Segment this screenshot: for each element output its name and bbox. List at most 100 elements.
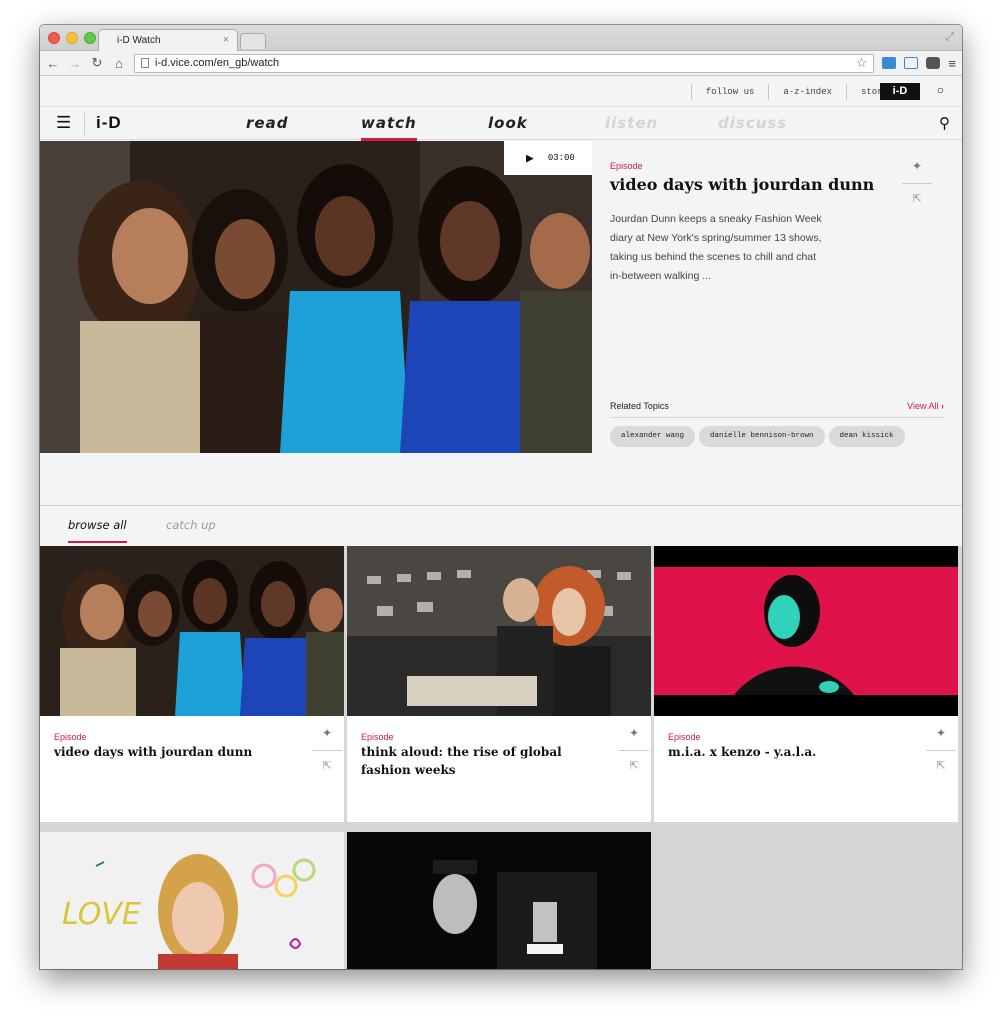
video-thumbnail[interactable] xyxy=(347,832,651,969)
card-meta: Episode m.i.a. x kenzo - y.a.l.a. ✦ ⇱ xyxy=(654,716,958,822)
topic-chips: alexander wang danielle bennison-brown d… xyxy=(610,426,944,447)
card-actions: ✦ ⇱ xyxy=(619,726,649,772)
nav-item-listen[interactable]: listen xyxy=(605,114,658,132)
pin-icon[interactable]: ✦ xyxy=(312,726,342,748)
video-thumbnail[interactable] xyxy=(654,546,958,716)
tab-title: i-D Watch xyxy=(117,35,161,46)
actions-divider xyxy=(926,750,956,751)
pin-icon[interactable]: ✦ xyxy=(619,726,649,748)
thumbnail-illustration xyxy=(347,832,651,969)
a-z-index-link[interactable]: a-z-index xyxy=(768,84,846,100)
video-duration: 03:00 xyxy=(547,153,575,163)
thumbnail-illustration xyxy=(40,546,344,716)
forward-icon[interactable]: → xyxy=(68,56,82,71)
chevron-right-icon: › xyxy=(941,401,944,411)
topic-chip-alexander-wang[interactable]: alexander wang xyxy=(610,426,696,447)
thumbnail-illustration: LOVE xyxy=(40,832,344,969)
related-topics-label: Related Topics xyxy=(610,401,669,411)
share-icon[interactable]: ⇱ xyxy=(926,759,956,772)
hamburger-menu-icon[interactable]: ☰ xyxy=(56,113,71,133)
nav-item-watch[interactable]: watch xyxy=(361,114,417,141)
video-thumbnail[interactable] xyxy=(347,546,651,716)
video-card[interactable]: Episode m.i.a. x kenzo - y.a.l.a. ✦ ⇱ xyxy=(654,546,958,822)
video-card[interactable] xyxy=(347,832,651,969)
play-duration-badge[interactable]: ▶ 03:00 xyxy=(504,141,592,175)
view-all-link[interactable]: View All › xyxy=(907,401,944,411)
browse-tabs: browse all catch up xyxy=(40,505,962,546)
actions-divider xyxy=(902,183,932,184)
utility-bar: follow us a-z-index store i-D ○ xyxy=(40,76,962,107)
main-nav: ☰ i-D read watch look listen discuss ⚲ xyxy=(40,107,962,141)
pin-icon[interactable]: ✦ xyxy=(902,159,932,181)
video-card[interactable]: Episode video days with jourdan dunn ✦ ⇱ xyxy=(40,546,344,822)
featured-video: ▶ 03:00 Episode video days with jourdan … xyxy=(40,141,962,454)
actions-divider xyxy=(312,750,342,751)
video-card[interactable]: LOVE xyxy=(40,832,344,969)
card-title[interactable]: video days with jourdan dunn xyxy=(54,743,284,761)
browser-tab[interactable]: i-D Watch × xyxy=(98,29,238,51)
hero-description: Jourdan Dunn keeps a sneaky Fashion Week… xyxy=(610,213,822,282)
back-icon[interactable]: ← xyxy=(46,56,60,71)
refresh-circle-icon[interactable]: ○ xyxy=(937,83,944,97)
browser-menu-icon[interactable]: ≡ xyxy=(948,56,956,71)
pin-icon[interactable]: ✦ xyxy=(926,726,956,748)
thumbnail-illustration xyxy=(347,546,651,716)
card-meta: Episode think aloud: the rise of global … xyxy=(347,716,651,822)
share-icon[interactable]: ⇱ xyxy=(902,192,932,205)
topic-chip-dean-kissick[interactable]: dean kissick xyxy=(828,426,905,447)
share-icon[interactable]: ⇱ xyxy=(312,759,342,772)
id-logo-button[interactable]: i-D xyxy=(880,83,920,100)
home-icon[interactable]: ⌂ xyxy=(112,56,126,71)
video-thumbnail[interactable]: LOVE xyxy=(40,832,344,969)
play-icon[interactable]: ▶ xyxy=(526,151,534,166)
topic-chip-danielle-bennison-brown[interactable]: danielle bennison-brown xyxy=(699,426,825,447)
card-kicker: Episode xyxy=(361,732,394,742)
video-card[interactable]: Episode think aloud: the rise of global … xyxy=(347,546,651,822)
card-title[interactable]: m.i.a. x kenzo - y.a.l.a. xyxy=(668,743,898,761)
video-thumbnail[interactable] xyxy=(40,546,344,716)
extension-icon[interactable] xyxy=(882,57,897,69)
screen-capture-icon[interactable] xyxy=(904,57,919,69)
minimize-window-button[interactable] xyxy=(66,32,78,44)
tab-close-icon[interactable]: × xyxy=(223,34,229,46)
related-topics: Related Topics View All › alexander wang… xyxy=(610,401,944,447)
thumbnail-illustration xyxy=(654,567,958,695)
tab-catch-up[interactable]: catch up xyxy=(166,518,216,532)
hero-title[interactable]: video days with jourdan dunn xyxy=(610,175,950,194)
featured-video-info: Episode video days with jourdan dunn Jou… xyxy=(610,141,950,454)
thumbnail-love-text: LOVE xyxy=(62,897,141,932)
share-icon[interactable]: ⇱ xyxy=(619,759,649,772)
url-text[interactable]: i-d.vice.com/en_gb/watch xyxy=(155,57,850,69)
card-title[interactable]: think aloud: the rise of global fashion … xyxy=(361,743,591,779)
fullscreen-icon[interactable]: ⤢ xyxy=(945,31,954,44)
nav-item-read[interactable]: read xyxy=(246,114,288,132)
tab-browse-all[interactable]: browse all xyxy=(68,518,127,543)
related-topics-header: Related Topics View All › xyxy=(610,401,944,418)
close-window-button[interactable] xyxy=(48,32,60,44)
hero-photo-illustration xyxy=(40,141,592,453)
bookmark-star-icon[interactable]: ☆ xyxy=(856,55,868,71)
card-kicker: Episode xyxy=(668,732,701,742)
tab-bar: i-D Watch × ⤢ xyxy=(40,25,962,51)
search-icon[interactable]: ⚲ xyxy=(939,114,950,132)
utility-links: follow us a-z-index store xyxy=(690,84,902,100)
featured-video-image[interactable]: ▶ 03:00 xyxy=(40,141,592,453)
nav-item-look[interactable]: look xyxy=(488,114,528,132)
browser-window: i-D Watch × ⤢ ← → ↻ ⌂ i-d.vice.com/en_gb… xyxy=(40,25,962,969)
pocket-icon[interactable] xyxy=(926,57,941,69)
video-grid: Episode video days with jourdan dunn ✦ ⇱ xyxy=(40,546,962,969)
new-tab-button[interactable] xyxy=(240,33,266,49)
nav-item-discuss[interactable]: discuss xyxy=(718,114,787,132)
card-kicker: Episode xyxy=(54,732,87,742)
view-all-label: View All xyxy=(907,401,939,411)
brand-logo[interactable]: i-D xyxy=(96,113,122,133)
card-actions: ✦ ⇱ xyxy=(926,726,956,772)
hero-kicker: Episode xyxy=(610,161,643,171)
hero-actions: ✦ ⇱ xyxy=(902,159,932,205)
page-icon xyxy=(141,58,149,68)
thumbnail-frame xyxy=(654,567,958,695)
address-bar[interactable]: i-d.vice.com/en_gb/watch ☆ xyxy=(134,53,875,73)
reload-icon[interactable]: ↻ xyxy=(90,55,104,71)
zoom-window-button[interactable] xyxy=(84,32,96,44)
follow-us-link[interactable]: follow us xyxy=(690,84,769,100)
